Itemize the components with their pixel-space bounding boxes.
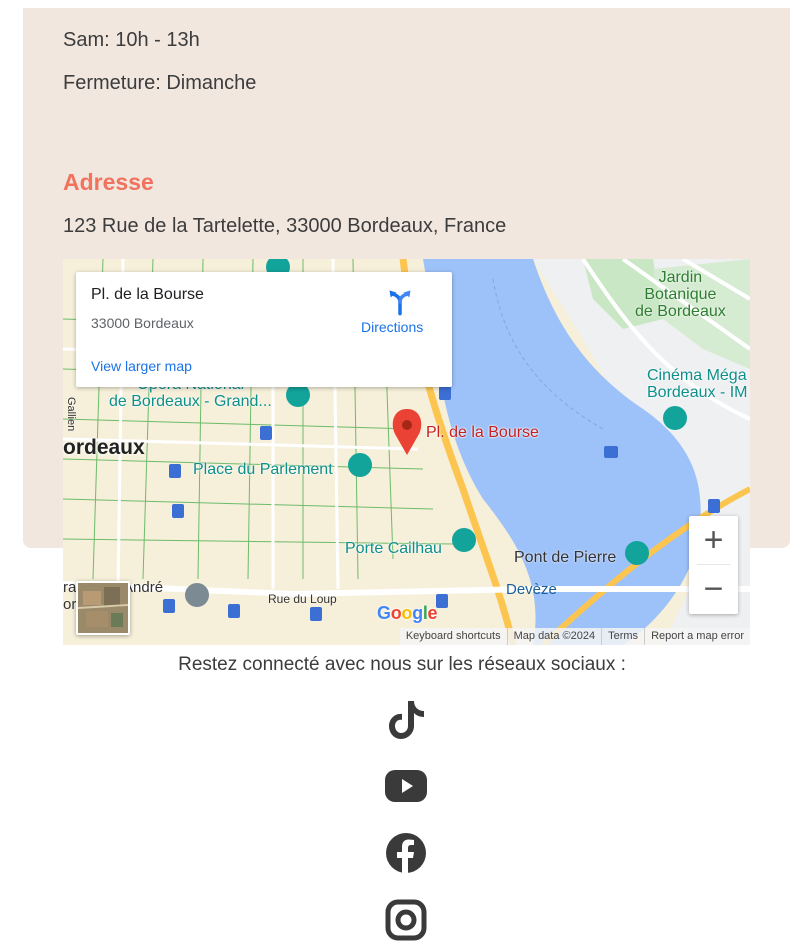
directions-label: Directions [361,319,424,335]
map-label-parlement: Place du Parlement [193,461,333,478]
tiktok-icon[interactable] [384,697,428,741]
zoom-in-button[interactable]: + [689,516,738,564]
report-error-link[interactable]: Report a map error [644,628,750,645]
map-label-deveze: Devèze [506,581,557,598]
directions-button[interactable]: Directions [356,286,436,342]
map-label-gallien: Gallien [65,397,77,432]
social-prompt: Restez connecté avec nous sur les réseau… [178,654,626,675]
map-label-cinema: Cinéma Méga Bordeaux - IM [647,367,748,401]
address-title: Adresse [63,169,154,195]
map-label-bourse: Pl. de la Bourse [426,424,539,441]
map-label-cailhau: Porte Cailhau [345,540,442,557]
place-title: Pl. de la Bourse [91,286,204,303]
address-text: 123 Rue de la Tartelette, 33000 Bordeaux… [63,215,507,237]
map-label-city: ordeaux [63,436,145,459]
view-larger-map-link[interactable]: View larger map [91,358,192,374]
map-label-pont: Pont de Pierre [514,549,617,566]
google-logo: Google [377,603,438,623]
satellite-toggle-button[interactable] [76,581,130,635]
hours-closed: Fermeture: Dimanche [63,72,257,94]
youtube-icon[interactable] [384,764,428,808]
zoom-out-button[interactable]: − [689,565,738,613]
map-label-loup: Rue du Loup [268,592,337,606]
zoom-control: + − [689,516,738,614]
place-subtitle: 33000 Bordeaux [91,315,194,331]
map-data-text: Map data ©2024 [506,628,602,645]
keyboard-shortcuts-link[interactable]: Keyboard shortcuts [400,628,507,645]
map-attribution-bar: Keyboard shortcuts Map data ©2024 Terms … [399,628,750,645]
terms-link[interactable]: Terms [601,628,644,645]
directions-icon [389,290,411,316]
embedded-map[interactable]: Jardin Botanique de Bordeaux Cinéma Méga Bo… [63,259,750,645]
facebook-icon[interactable] [384,831,428,875]
satellite-thumbnail-icon [78,583,128,633]
place-info-card: Pl. de la Bourse 33000 Bordeaux View lar… [76,272,452,387]
map-label-jardin: Jardin Botanique de Bordeaux [635,269,726,320]
instagram-icon[interactable] [384,898,428,942]
hours-saturday: Sam: 10h - 13h [63,29,200,51]
